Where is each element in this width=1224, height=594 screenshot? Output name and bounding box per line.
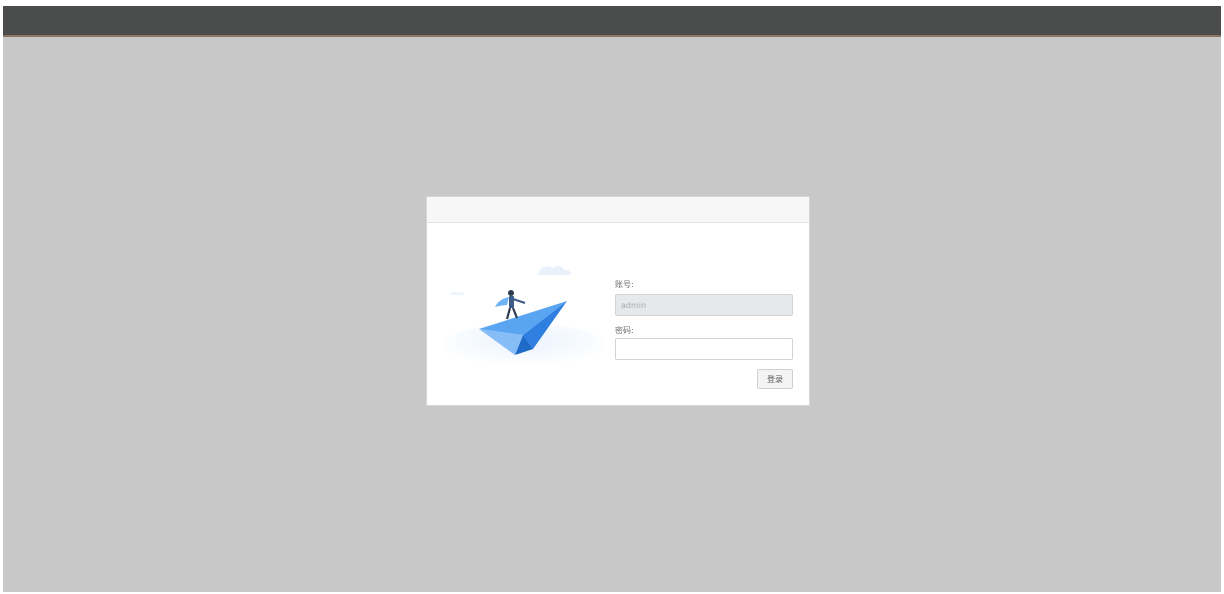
cloud-top-right <box>537 265 571 275</box>
login-dialog: 账号: 密码: 登录 <box>426 196 810 406</box>
password-input[interactable] <box>615 338 793 360</box>
login-button[interactable]: 登录 <box>757 369 793 389</box>
account-label: 账号: <box>615 280 634 289</box>
password-label: 密码: <box>615 326 634 335</box>
rider-arm <box>512 298 526 304</box>
account-input[interactable] <box>615 294 793 316</box>
login-dialog-header <box>427 197 809 223</box>
rider-leg-right <box>511 307 519 319</box>
rider-head <box>508 290 514 296</box>
login-form: 账号: 密码: 登录 <box>615 279 795 389</box>
app-screen: 账号: 密码: 登录 <box>3 6 1221 592</box>
paper-plane-illustration <box>444 265 604 367</box>
rider-leg-left <box>505 307 512 320</box>
rider-cape <box>495 297 509 307</box>
rider-body <box>509 296 514 308</box>
cloud-left <box>449 291 465 295</box>
top-navigation-bar <box>3 6 1221 37</box>
